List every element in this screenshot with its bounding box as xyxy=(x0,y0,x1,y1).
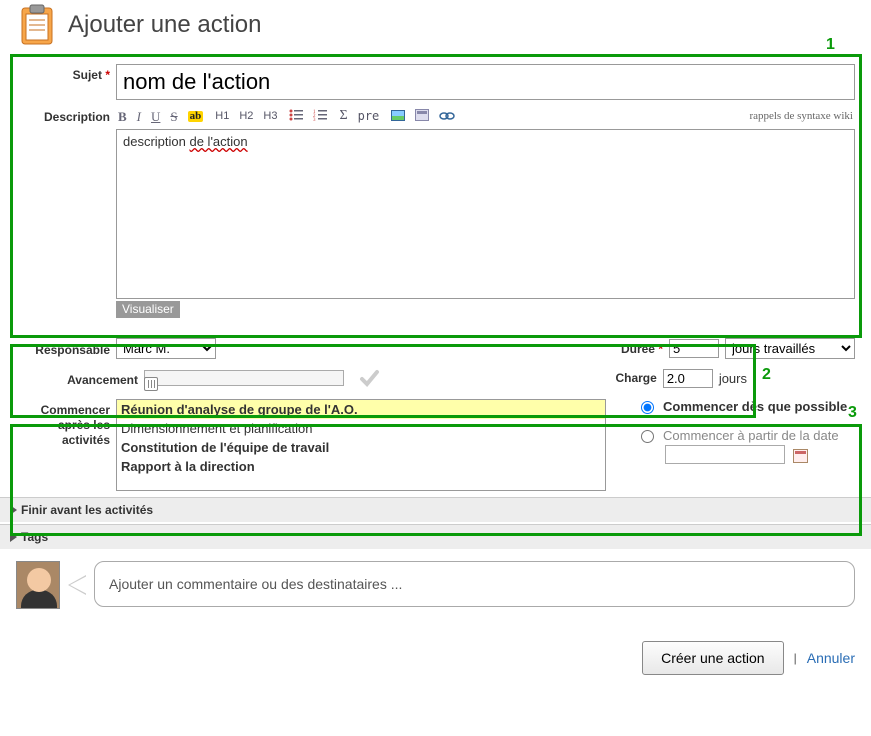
avatar xyxy=(16,561,60,609)
clipboard-icon xyxy=(16,4,58,46)
calendar-icon[interactable] xyxy=(793,449,808,463)
page-header: Ajouter une action xyxy=(0,0,871,56)
cancel-link[interactable]: Annuler xyxy=(807,650,855,666)
page-title: Ajouter une action xyxy=(68,11,261,39)
progress-slider[interactable] xyxy=(144,370,344,386)
table-button[interactable] xyxy=(415,109,429,123)
annotation-number-2: 2 xyxy=(762,366,771,384)
annotation-number-3: 3 xyxy=(848,404,857,422)
speech-pointer-icon xyxy=(68,575,86,595)
annotation-number-1: 1 xyxy=(826,36,835,54)
create-action-button[interactable]: Créer une action xyxy=(642,641,784,675)
comment-input[interactable]: Ajouter un commentaire ou des destinatai… xyxy=(94,561,855,607)
